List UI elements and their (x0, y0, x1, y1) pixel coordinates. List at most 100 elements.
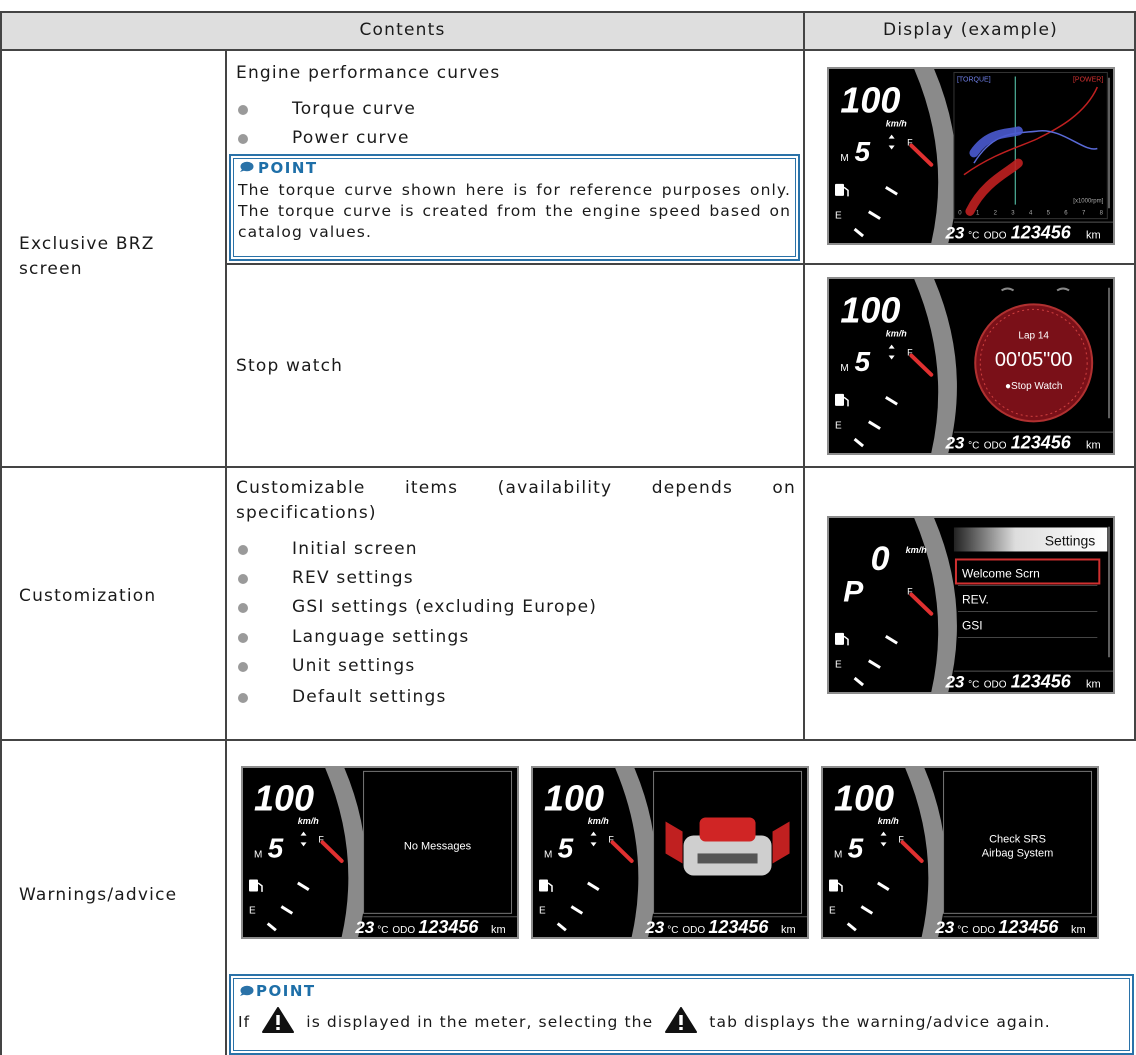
point-box-torque: POINT The torque curve shown here is for… (229, 154, 800, 261)
svg-text:F: F (898, 834, 904, 844)
svg-text:100: 100 (834, 777, 894, 818)
svg-text:23: 23 (944, 434, 964, 453)
point-title: POINT (256, 982, 316, 1000)
meter-display-trunk: F E 100 km/h M 5 23 °C ODO 123456 km (531, 766, 809, 939)
svg-text:F: F (907, 138, 913, 148)
bullet-icon (238, 545, 248, 555)
meter-display-torque: F E 100 km/h M 5 23 °C ODO 123456 km [TORQUE] [POWER… (827, 67, 1115, 245)
warning-triangle-icon (262, 1007, 295, 1033)
svg-text:[x1000rpm]: [x1000rpm] (1073, 199, 1103, 205)
svg-text:km/h: km/h (878, 816, 900, 826)
svg-text:ODO: ODO (984, 680, 1007, 691)
svg-text:°C: °C (968, 231, 979, 242)
svg-text:km/h: km/h (906, 545, 928, 555)
svg-text:100: 100 (544, 777, 604, 818)
svg-text:GSI: GSI (962, 618, 983, 632)
svg-text:Welcome Scrn: Welcome Scrn (962, 566, 1040, 580)
svg-text:M: M (834, 850, 842, 861)
svg-text:km/h: km/h (886, 118, 908, 128)
svg-text:23: 23 (934, 918, 954, 937)
header-display: Display (example) (883, 20, 1058, 40)
svg-text:100: 100 (840, 290, 900, 331)
custom-intro: Customizable items (availability depends… (236, 478, 796, 523)
svg-text:km: km (1086, 230, 1101, 242)
svg-text:Airbag System: Airbag System (982, 848, 1054, 860)
speech-bubble-icon (240, 985, 254, 996)
point-box-warning: POINT If is displayed in the meter, sele… (229, 974, 1134, 1055)
bullet-icon (238, 633, 248, 643)
bullet-icon (238, 134, 248, 144)
svg-text:123456: 123456 (1011, 433, 1072, 453)
svg-text:0: 0 (871, 540, 890, 578)
svg-text:E: E (829, 905, 836, 916)
svg-text:ODO: ODO (984, 231, 1007, 242)
bullet-icon (238, 693, 248, 703)
svg-text:5: 5 (855, 346, 871, 377)
perf-title: Engine performance curves (236, 63, 501, 83)
svg-text:km: km (1071, 924, 1086, 936)
svg-text:E: E (539, 905, 546, 916)
svg-text:E: E (249, 905, 256, 916)
svg-text:F: F (907, 587, 913, 597)
bullet-icon (238, 105, 248, 115)
svg-text:F: F (318, 834, 324, 844)
svg-text:F: F (907, 348, 913, 358)
bullet-icon (238, 603, 248, 613)
svg-text:5: 5 (558, 833, 574, 864)
svg-text:123456: 123456 (708, 917, 769, 937)
stopwatch-label: Stop watch (236, 356, 344, 376)
meter-display-no-messages: F E 100 km/h M 5 23 °C ODO 123456 km No Messages (241, 766, 519, 939)
row-label-brz: Exclusive BRZ screen (19, 234, 155, 279)
meter-illustration: F E 100km/h M 5 23 °C ODO 123456 km Lap 14 00'05"00… (835, 279, 1113, 453)
meter-display-srs: F E 100 km/h M 5 23 °C ODO 123456 km Check SRS Airba… (821, 766, 1099, 939)
svg-text:No Messages: No Messages (404, 840, 472, 852)
svg-text:M: M (840, 363, 848, 374)
svg-text:123456: 123456 (418, 917, 479, 937)
svg-text:M: M (544, 850, 552, 861)
svg-text:°C: °C (968, 441, 979, 452)
svg-text:km: km (491, 924, 506, 936)
svg-text:°C: °C (667, 925, 678, 936)
svg-text:M: M (254, 850, 262, 861)
svg-text:E: E (835, 660, 842, 671)
svg-text:23: 23 (354, 918, 374, 937)
svg-text:F: F (608, 834, 614, 844)
svg-text:100: 100 (254, 777, 314, 818)
svg-text:E: E (835, 211, 842, 222)
point-text: If is displayed in the meter, selecting … (238, 1007, 1126, 1033)
svg-text:km: km (1086, 679, 1101, 691)
svg-text:Check SRS: Check SRS (989, 833, 1046, 845)
header-contents: Contents (359, 20, 446, 40)
warning-triangle-icon (665, 1007, 698, 1033)
svg-text:°C: °C (957, 925, 968, 936)
svg-text:M: M (840, 153, 848, 164)
point-title: POINT (258, 159, 318, 177)
svg-text:ODO: ODO (984, 441, 1007, 452)
meter-illustration: F E 100km/h M 5 23 °C ODO 123456 km No Messages (249, 768, 517, 937)
svg-text:00'05"00: 00'05"00 (995, 349, 1073, 371)
svg-text:REV.: REV. (962, 592, 989, 606)
svg-text:●Stop Watch: ●Stop Watch (1005, 381, 1062, 392)
svg-text:E: E (835, 421, 842, 432)
svg-text:°C: °C (377, 925, 388, 936)
row-label-warnings: Warnings/advice (19, 885, 178, 905)
svg-text:Settings: Settings (1045, 532, 1096, 548)
svg-text:[POWER]: [POWER] (1073, 76, 1103, 83)
svg-text:123456: 123456 (1011, 672, 1072, 692)
svg-text:P: P (843, 576, 864, 609)
point-text: The torque curve shown here is for refer… (238, 181, 791, 241)
svg-text:5: 5 (268, 833, 284, 864)
svg-text:23: 23 (644, 918, 664, 937)
svg-text:123456: 123456 (1011, 223, 1072, 243)
svg-text:23: 23 (944, 224, 964, 243)
svg-text:km/h: km/h (588, 816, 610, 826)
svg-text:[TORQUE]: [TORQUE] (957, 76, 991, 83)
svg-text:ODO: ODO (682, 925, 705, 936)
svg-text:100: 100 (840, 80, 900, 121)
svg-text:km: km (1086, 440, 1101, 452)
meter-illustration: F E 100km/h M 5 23 °C ODO 123456 km [TORQUE] [POWER… (835, 69, 1113, 243)
svg-text:23: 23 (944, 673, 964, 692)
meter-display-settings: F E 0 km/h P 23 °C ODO 123456 km Settings Welcome S… (827, 516, 1115, 694)
bullet-icon (238, 574, 248, 584)
svg-text:ODO: ODO (392, 925, 415, 936)
